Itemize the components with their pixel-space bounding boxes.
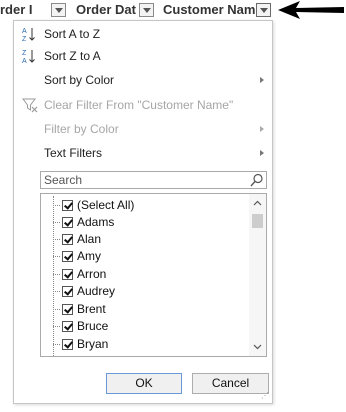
checkbox[interactable] xyxy=(62,200,73,211)
menu-sort-a-to-z-label: Sort A to Z xyxy=(44,27,101,41)
checkbox[interactable] xyxy=(62,217,73,228)
menu-filter-by-color-label: Filter by Color xyxy=(44,122,119,136)
column-header-row: rder I Order Dat Customer Nam xyxy=(0,0,346,20)
filter-dropdown-order-date[interactable] xyxy=(139,3,154,17)
checkbox[interactable] xyxy=(62,304,73,315)
checkbox[interactable] xyxy=(62,286,73,297)
checkbox[interactable] xyxy=(62,269,73,280)
menu-sort-z-to-a[interactable]: Z A Sort Z to A xyxy=(14,45,272,67)
arrow-left-icon xyxy=(278,1,344,19)
vertical-scrollbar[interactable] xyxy=(249,194,266,356)
filter-value-list[interactable]: (Select All) Adams Alan Amy Arron Audrey xyxy=(40,193,267,357)
checkbox[interactable] xyxy=(62,234,73,245)
cancel-button[interactable]: Cancel xyxy=(192,373,269,394)
autofilter-menu: A Z Sort A to Z Z A Sort Z to A Sort by … xyxy=(13,20,273,404)
ok-button[interactable]: OK xyxy=(106,373,182,394)
checkbox[interactable] xyxy=(62,251,73,262)
scroll-thumb[interactable] xyxy=(252,214,263,228)
header-order-id: rder I xyxy=(0,2,33,17)
menu-text-filters-label: Text Filters xyxy=(44,146,103,160)
svg-text:Z: Z xyxy=(22,36,27,42)
clear-filter-icon xyxy=(22,98,38,113)
filter-dropdown-customer-name[interactable] xyxy=(256,3,271,17)
checkbox[interactable] xyxy=(62,339,73,350)
filter-dropdown-order-id[interactable] xyxy=(51,3,66,17)
menu-sort-z-to-a-label: Sort Z to A xyxy=(44,49,101,63)
menu-sort-a-to-z[interactable]: A Z Sort A to Z xyxy=(14,23,272,45)
menu-text-filters[interactable]: Text Filters xyxy=(14,142,272,164)
header-customer-name: Customer Nam xyxy=(163,2,256,17)
chevron-up-icon[interactable] xyxy=(253,200,262,206)
menu-clear-filter[interactable]: Clear Filter From "Customer Name" xyxy=(14,94,272,116)
tree-connector xyxy=(53,196,54,356)
menu-sort-by-color[interactable]: Sort by Color xyxy=(14,69,272,91)
resize-grip-icon[interactable]: ⋰ xyxy=(261,392,269,400)
checkbox[interactable] xyxy=(62,321,73,332)
search-placeholder: Search xyxy=(44,173,83,187)
sort-descending-icon: Z A xyxy=(22,50,35,64)
sort-ascending-icon: A Z xyxy=(22,28,35,42)
svg-text:A: A xyxy=(22,58,27,64)
menu-clear-filter-label: Clear Filter From "Customer Name" xyxy=(44,98,234,112)
menu-filter-by-color[interactable]: Filter by Color xyxy=(14,118,272,140)
search-icon xyxy=(250,173,263,187)
search-input[interactable]: Search xyxy=(40,171,267,189)
chevron-down-icon[interactable] xyxy=(253,344,262,350)
svg-text:Z: Z xyxy=(22,50,27,57)
submenu-arrow-icon xyxy=(260,77,264,83)
submenu-arrow-icon xyxy=(260,126,264,132)
svg-text:A: A xyxy=(22,28,27,35)
menu-sort-by-color-label: Sort by Color xyxy=(44,73,115,87)
submenu-arrow-icon xyxy=(260,150,264,156)
